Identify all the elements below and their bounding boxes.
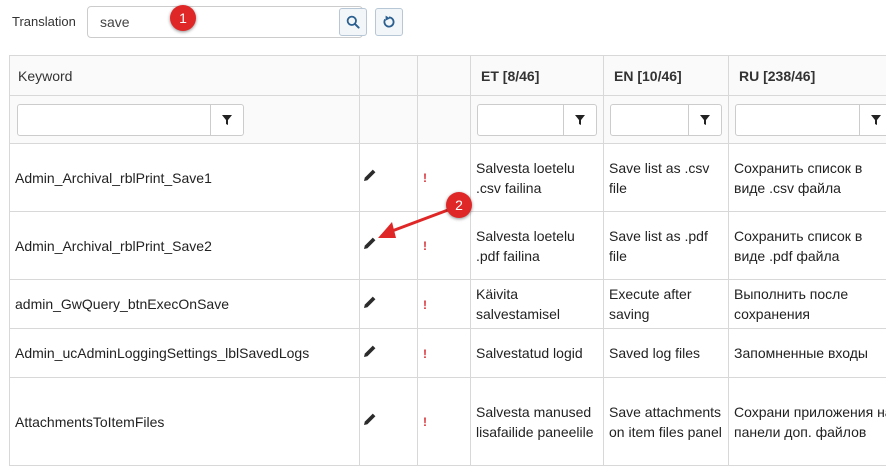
callout-marker-1: 1 xyxy=(170,5,196,31)
callout-arrow xyxy=(378,208,450,238)
callout-marker-2: 2 xyxy=(446,192,472,218)
